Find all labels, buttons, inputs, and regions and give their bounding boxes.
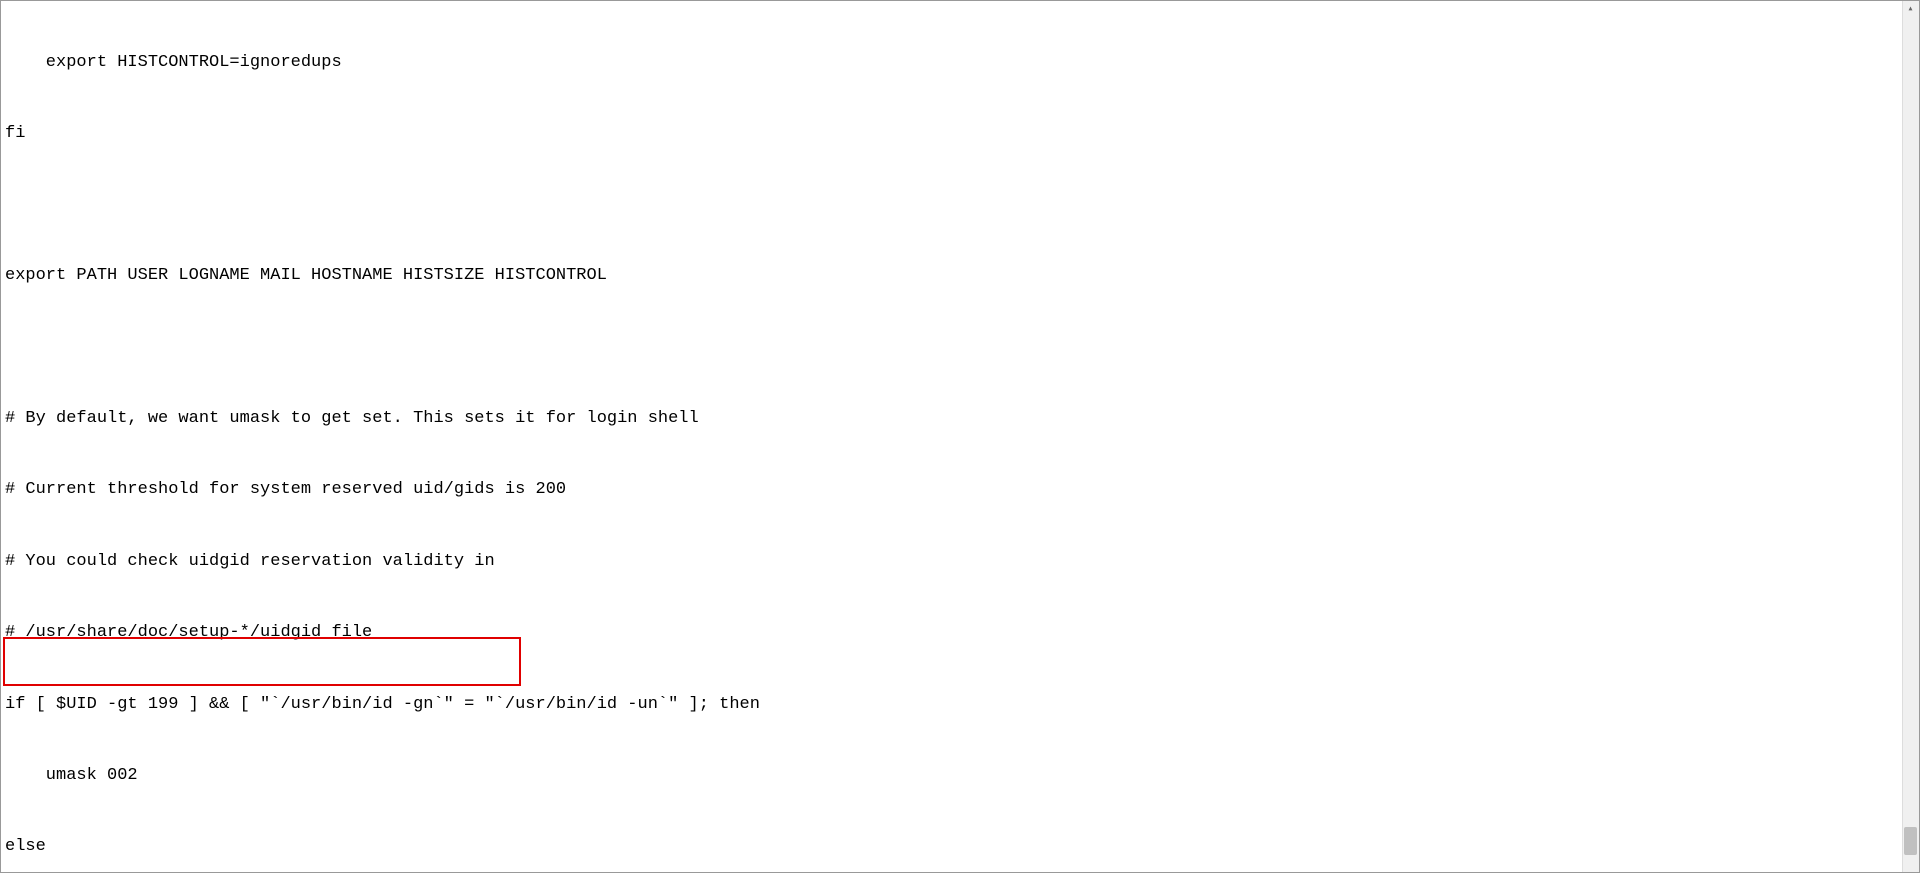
code-line: # Current threshold for system reserved …	[5, 478, 1898, 502]
code-line	[5, 336, 1898, 360]
code-line: # By default, we want umask to get set. …	[5, 407, 1898, 431]
code-line	[5, 193, 1898, 217]
code-line: umask 002	[5, 764, 1898, 788]
code-line: # /usr/share/doc/setup-*/uidgid file	[5, 621, 1898, 645]
code-line: fi	[5, 122, 1898, 146]
code-line: if [ $UID -gt 199 ] && [ "`/usr/bin/id -…	[5, 693, 1898, 717]
scrollbar-thumb[interactable]	[1904, 827, 1917, 855]
vertical-scrollbar[interactable]: ▴	[1902, 1, 1919, 872]
terminal-window: export HISTCONTROL=ignoredups fi export …	[0, 0, 1920, 873]
code-line: # You could check uidgid reservation val…	[5, 550, 1898, 574]
editor-viewport[interactable]: export HISTCONTROL=ignoredups fi export …	[1, 1, 1902, 872]
scroll-up-arrow-icon[interactable]: ▴	[1902, 1, 1919, 18]
code-line: else	[5, 835, 1898, 859]
code-line: export PATH USER LOGNAME MAIL HOSTNAME H…	[5, 264, 1898, 288]
code-line: export HISTCONTROL=ignoredups	[5, 51, 1898, 75]
